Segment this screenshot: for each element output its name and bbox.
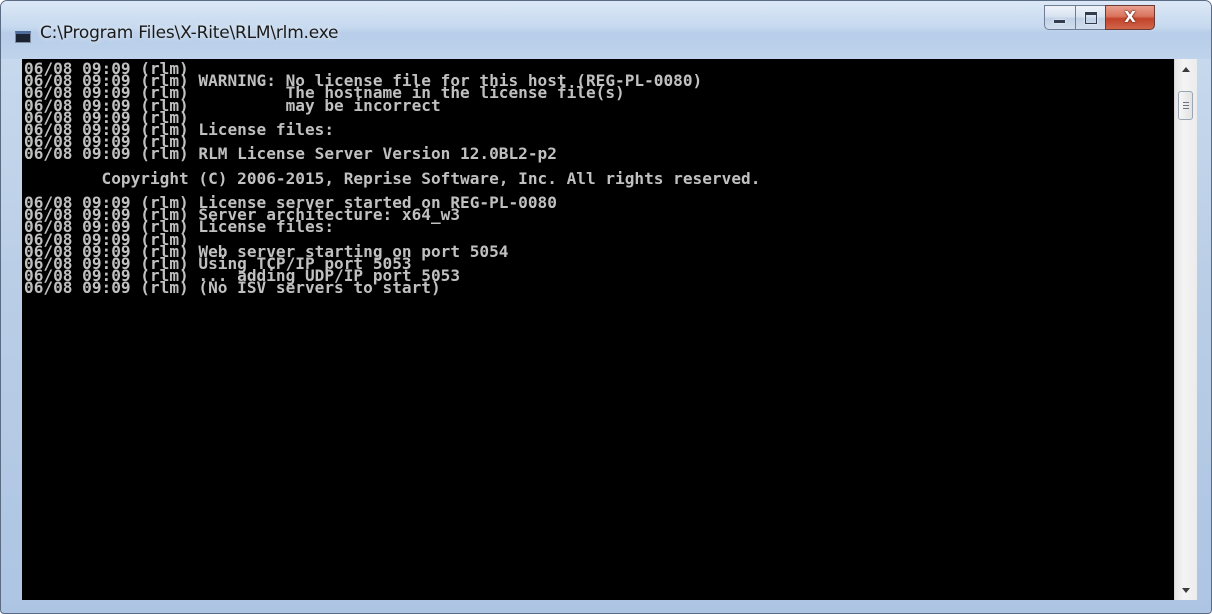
grip-line: [1183, 105, 1189, 106]
title-bar[interactable]: C:\Program Files\X-Rite\RLM\rlm.exe X: [1, 1, 1211, 59]
scroll-up-button[interactable]: [1175, 59, 1197, 79]
console-window: C:\Program Files\X-Rite\RLM\rlm.exe X 06…: [0, 0, 1212, 614]
console-lines: 06/08 09:09 (rlm) 06/08 09:09 (rlm) WARNI…: [24, 60, 761, 298]
scroll-up-arrow-icon: [1182, 66, 1190, 72]
window-title: C:\Program Files\X-Rite\RLM\rlm.exe: [40, 23, 339, 43]
console-line: Copyright (C) 2006-2015, Reprise Softwar…: [24, 168, 761, 188]
console-window-icon[interactable]: [15, 31, 31, 43]
window-bottom-border: [1, 600, 1211, 613]
scroll-down-arrow-icon: [1182, 587, 1190, 593]
vertical-scrollbar[interactable]: [1174, 59, 1197, 600]
minimize-icon: [1054, 20, 1065, 23]
scroll-thumb[interactable]: [1178, 91, 1193, 120]
caption-buttons: X: [1044, 5, 1155, 32]
console-output[interactable]: 06/08 09:09 (rlm) 06/08 09:09 (rlm) WARNI…: [22, 59, 1174, 600]
console-line: 06/08 09:09 (rlm) RLM License Server Ver…: [24, 144, 557, 164]
maximize-icon: [1084, 11, 1097, 24]
maximize-button[interactable]: [1075, 5, 1105, 30]
close-icon: X: [1124, 8, 1136, 26]
scroll-down-button[interactable]: [1175, 580, 1197, 600]
grip-line: [1183, 108, 1189, 109]
minimize-button[interactable]: [1044, 5, 1075, 30]
grip-line: [1183, 102, 1189, 103]
close-button[interactable]: X: [1105, 5, 1155, 30]
console-line: 06/08 09:09 (rlm) (No ISV servers to sta…: [24, 278, 441, 298]
